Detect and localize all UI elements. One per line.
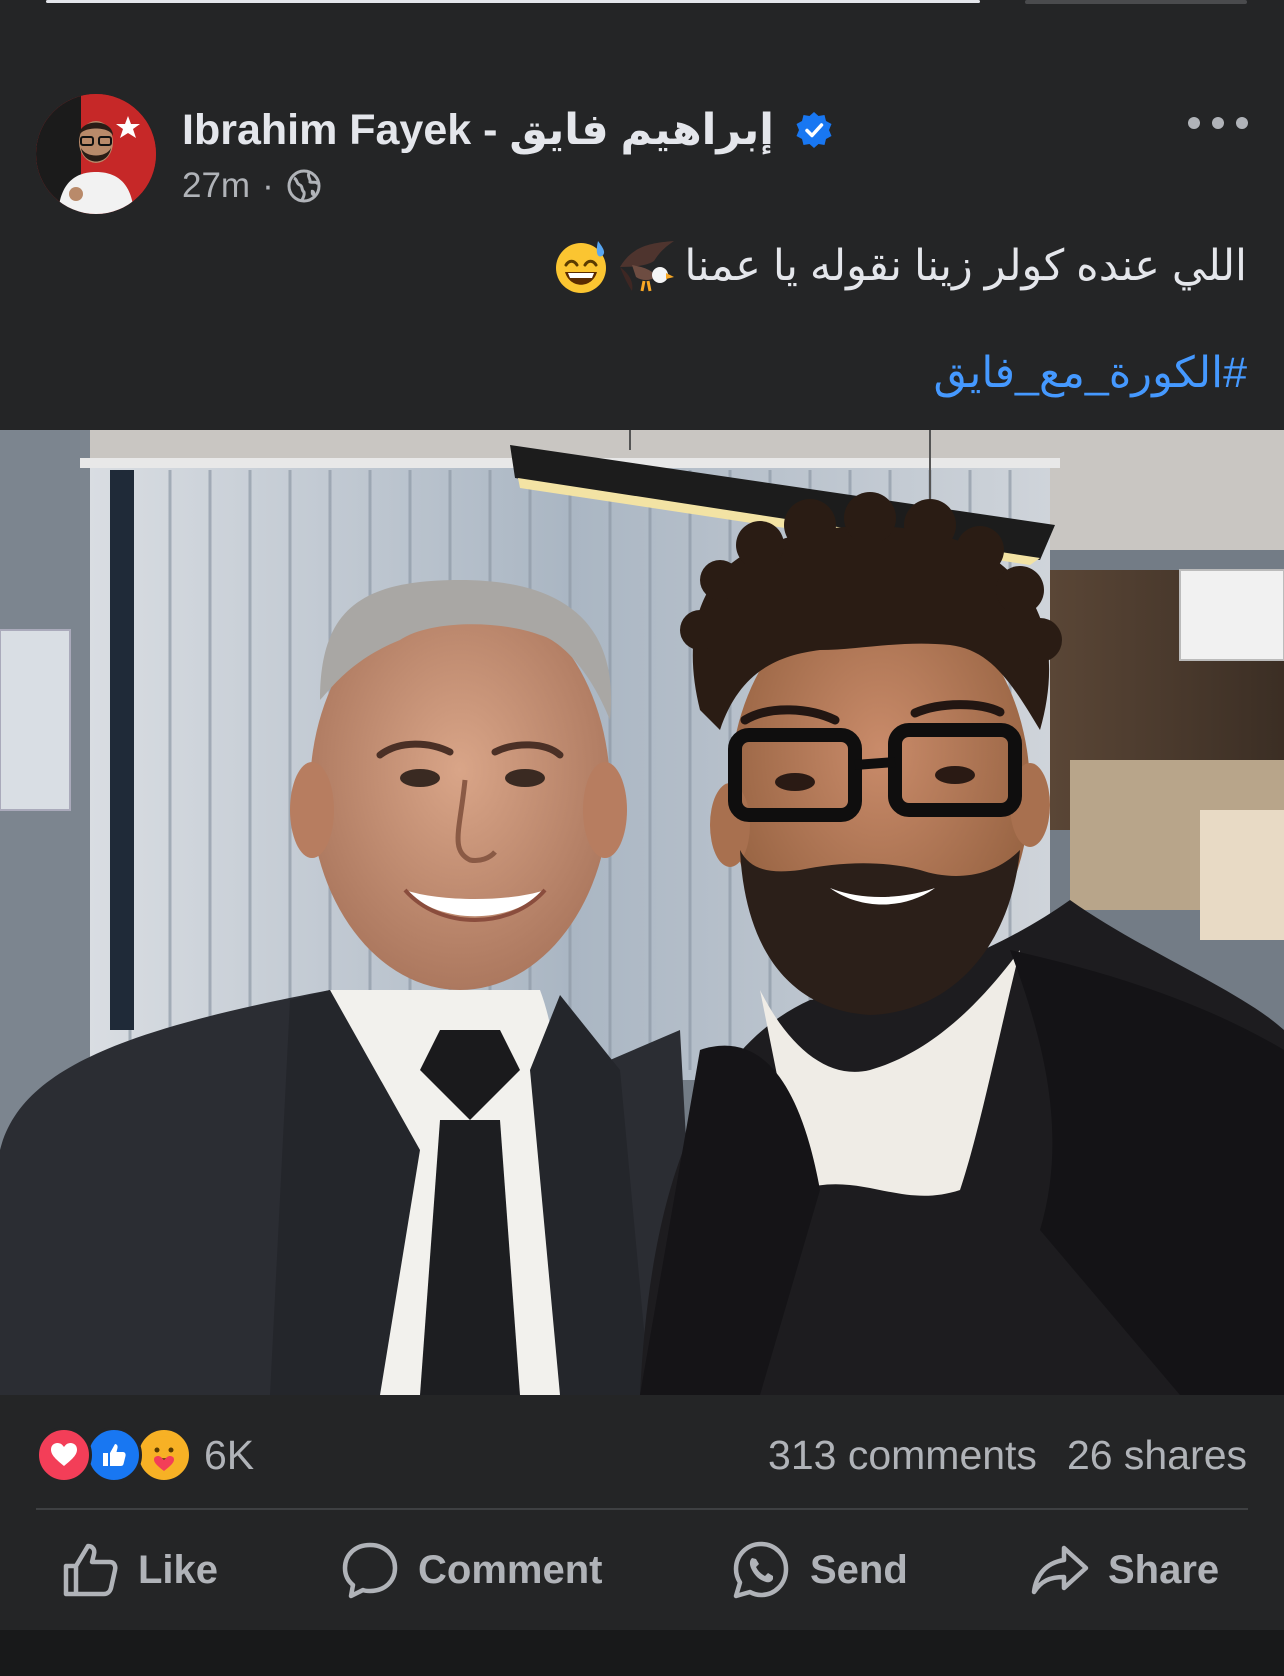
comment-label: Comment bbox=[418, 1547, 603, 1592]
hashtag-link[interactable]: #الكورة_مع_فايق bbox=[934, 348, 1247, 408]
reaction-count: 6K bbox=[204, 1431, 255, 1478]
author-name[interactable]: Ibrahim Fayek - إبراهيم فايق bbox=[182, 105, 774, 155]
post-time[interactable]: 27m bbox=[182, 166, 250, 206]
like-label: Like bbox=[138, 1547, 219, 1592]
comments-count[interactable]: 313 comments bbox=[768, 1432, 1037, 1479]
dot-icon bbox=[1236, 117, 1248, 129]
eagle-emoji-icon bbox=[618, 237, 676, 295]
dot-icon bbox=[1188, 117, 1200, 129]
share-button[interactable]: Share bbox=[1030, 1538, 1219, 1602]
previous-post-divider-secondary bbox=[1025, 0, 1247, 4]
divider bbox=[36, 1508, 1248, 1510]
send-label: Send bbox=[810, 1547, 908, 1592]
caption-text: اللي عنده كولر زينا نقوله يا عمنا bbox=[684, 242, 1247, 290]
reactions-summary[interactable]: 6K bbox=[36, 1420, 254, 1490]
post-caption: اللي عنده كولر زينا نقوله يا عمنا bbox=[552, 236, 1247, 296]
post-header: Ibrahim Fayek - إبراهيم فايق 27m · bbox=[36, 94, 1248, 214]
dot-icon bbox=[1212, 117, 1224, 129]
globe-icon[interactable] bbox=[286, 168, 322, 204]
comment-button[interactable]: Comment bbox=[340, 1538, 602, 1602]
more-options-button[interactable] bbox=[1188, 108, 1248, 138]
like-reaction-icon bbox=[86, 1427, 142, 1483]
love-reaction-icon bbox=[36, 1427, 92, 1483]
grinning-sweat-emoji-icon bbox=[552, 237, 610, 295]
shares-count[interactable]: 26 shares bbox=[1067, 1432, 1247, 1479]
send-button[interactable]: Send bbox=[730, 1538, 908, 1602]
post-photo[interactable] bbox=[0, 430, 1284, 1395]
previous-post-divider bbox=[46, 0, 980, 3]
share-label: Share bbox=[1108, 1547, 1220, 1592]
share-arrow-icon bbox=[1030, 1540, 1090, 1600]
meta-separator: · bbox=[262, 166, 274, 205]
feed-gap bbox=[0, 1630, 1284, 1676]
author-name-row: Ibrahim Fayek - إبراهيم فايق bbox=[182, 102, 834, 158]
post-card: Ibrahim Fayek - إبراهيم فايق 27m · اللي … bbox=[0, 0, 1284, 1630]
action-bar: Like Comment Send Share bbox=[0, 1520, 1284, 1620]
care-reaction-icon bbox=[136, 1427, 192, 1483]
whatsapp-icon bbox=[730, 1539, 792, 1601]
thumbs-up-icon bbox=[60, 1540, 120, 1600]
previous-post-edge bbox=[0, 0, 1284, 10]
comment-bubble-icon bbox=[340, 1540, 400, 1600]
post-meta: 27m · bbox=[182, 164, 322, 208]
like-button[interactable]: Like bbox=[60, 1538, 218, 1602]
verified-badge-icon bbox=[794, 110, 834, 150]
engagement-stats: 313 comments 26 shares bbox=[768, 1420, 1247, 1490]
avatar[interactable] bbox=[36, 94, 156, 214]
